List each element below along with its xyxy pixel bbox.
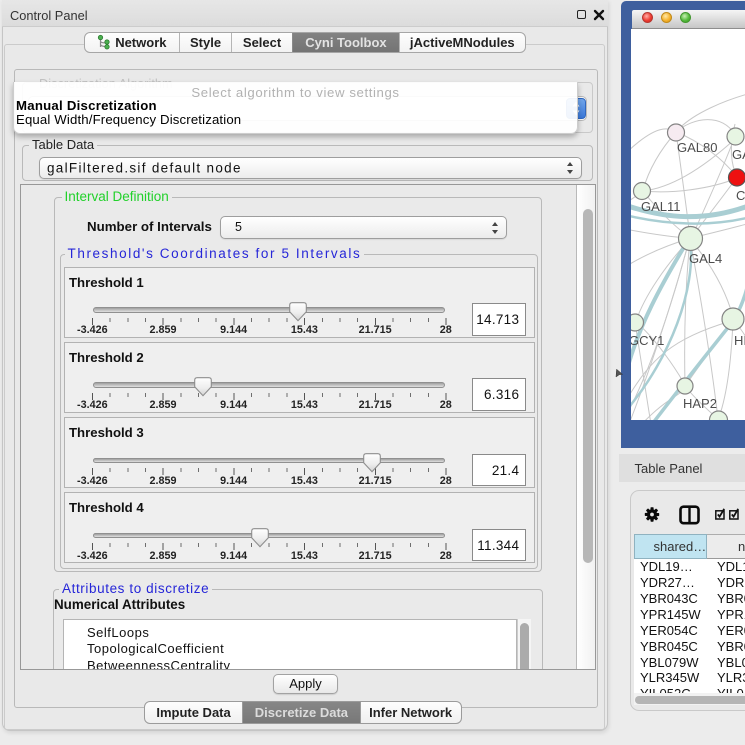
svg-text:GAL80: GAL80 bbox=[677, 140, 717, 155]
svg-text:HAP2: HAP2 bbox=[683, 396, 717, 411]
svg-text:GAL11: GAL11 bbox=[641, 199, 681, 214]
svg-text:GA: GA bbox=[732, 147, 745, 162]
svg-text:C: C bbox=[736, 188, 745, 203]
svg-text:HI: HI bbox=[734, 333, 745, 348]
svg-text:GCY1: GCY1 bbox=[631, 333, 664, 348]
svg-text:GAL4: GAL4 bbox=[689, 251, 722, 266]
